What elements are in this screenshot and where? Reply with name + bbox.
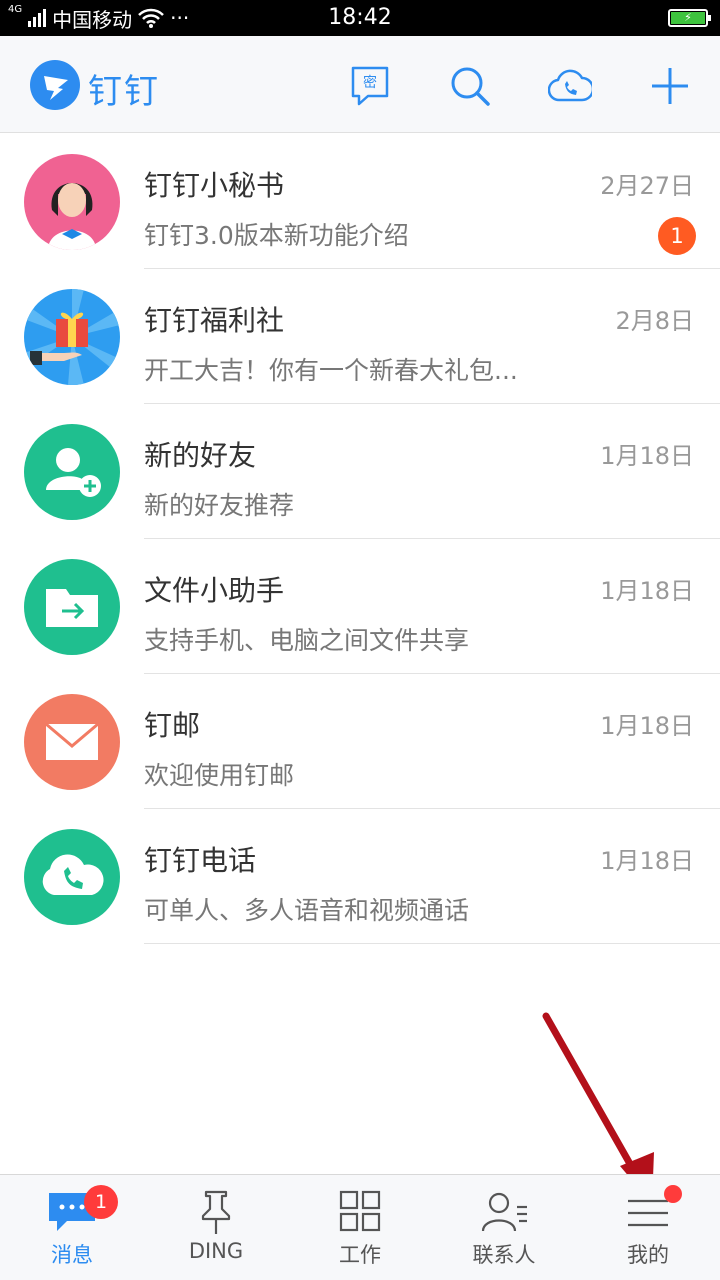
tab-unread-badge: 1 xyxy=(84,1185,118,1219)
conversation-preview: 新的好友推荐 xyxy=(144,491,295,520)
conversation-title: 钉钉小秘书 xyxy=(144,169,285,202)
conversation-item[interactable]: 钉钉小秘书 钉钉3.0版本新功能介绍 2月27日 1 xyxy=(0,134,720,269)
conversation-item[interactable]: 文件小助手 支持手机、电脑之间文件共享 1月18日 xyxy=(0,539,720,674)
secret-icon-label: 密 xyxy=(363,74,377,91)
conversation-date: 2月8日 xyxy=(615,307,694,335)
tab-contacts[interactable]: 联系人 xyxy=(432,1175,576,1280)
mail-avatar xyxy=(24,694,120,790)
tab-work[interactable]: 工作 xyxy=(288,1175,432,1280)
conversation-title: 钉钉福利社 xyxy=(144,304,285,337)
conversation-preview: 支持手机、电脑之间文件共享 xyxy=(144,626,470,655)
gift-avatar xyxy=(24,289,120,385)
contacts-icon xyxy=(481,1192,527,1232)
grid-icon xyxy=(339,1190,381,1232)
tab-label: DING xyxy=(188,1239,244,1263)
file-avatar xyxy=(24,559,120,655)
search-icon[interactable] xyxy=(448,64,492,108)
tab-label: 联系人 xyxy=(472,1243,536,1267)
unread-badge: 1 xyxy=(658,217,696,255)
phone-call-icon[interactable] xyxy=(548,64,592,108)
conversation-date: 1月18日 xyxy=(600,847,694,875)
conversation-item[interactable]: 钉邮 欢迎使用钉邮 1月18日 xyxy=(0,674,720,809)
conversation-preview: 开工大吉！你有一个新春大礼包... xyxy=(144,356,518,385)
add-friend-avatar xyxy=(24,424,120,520)
assistant-avatar xyxy=(24,154,120,250)
battery-icon: ⚡ xyxy=(668,9,711,27)
conversation-preview: 钉钉3.0版本新功能介绍 xyxy=(144,221,409,250)
secret-chat-icon[interactable]: 密 xyxy=(348,64,392,108)
conversation-item[interactable]: 钉钉福利社 开工大吉！你有一个新春大礼包... 2月8日 xyxy=(0,269,720,404)
status-bar: 4G 中国移动 ··· 18:42 ⚡ xyxy=(0,0,720,36)
conversation-date: 1月18日 xyxy=(600,577,694,605)
conversation-preview: 可单人、多人语音和视频通话 xyxy=(144,896,470,925)
conversation-preview: 欢迎使用钉邮 xyxy=(144,761,295,790)
tab-ding[interactable]: DING xyxy=(144,1175,288,1280)
app-brand: 钉钉 xyxy=(88,72,160,112)
conversation-date: 2月27日 xyxy=(600,172,694,200)
status-time: 18:42 xyxy=(328,5,392,30)
conversation-date: 1月18日 xyxy=(600,442,694,470)
conversation-title: 新的好友 xyxy=(144,439,257,472)
conversation-title: 钉钉电话 xyxy=(144,844,257,877)
dingtalk-logo-icon xyxy=(30,60,80,110)
tab-messages[interactable]: 1 消息 xyxy=(0,1175,144,1280)
conversation-title: 钉邮 xyxy=(144,709,201,742)
tab-label: 消息 xyxy=(51,1243,93,1267)
app-header: 钉钉 密 xyxy=(0,36,720,133)
phone-avatar xyxy=(24,829,120,925)
conversation-item[interactable]: 钉钉电话 可单人、多人语音和视频通话 1月18日 xyxy=(0,809,720,944)
bottom-tab-bar: 1 消息 DING 工作 联系人 我的 xyxy=(0,1174,720,1280)
divider xyxy=(144,943,720,944)
tab-label: 我的 xyxy=(627,1243,669,1267)
charging-icon: ⚡ xyxy=(671,12,705,24)
conversation-item[interactable]: 新的好友 新的好友推荐 1月18日 xyxy=(0,404,720,539)
tab-mine[interactable]: 我的 xyxy=(576,1175,720,1280)
notification-dot xyxy=(664,1185,682,1203)
conversation-list: 钉钉小秘书 钉钉3.0版本新功能介绍 2月27日 1 钉钉福利社 开工大吉！你有… xyxy=(0,134,720,944)
pin-icon xyxy=(201,1190,231,1234)
conversation-title: 文件小助手 xyxy=(144,574,285,607)
add-icon[interactable] xyxy=(648,64,692,108)
conversation-date: 1月18日 xyxy=(600,712,694,740)
tab-label: 工作 xyxy=(339,1243,381,1267)
